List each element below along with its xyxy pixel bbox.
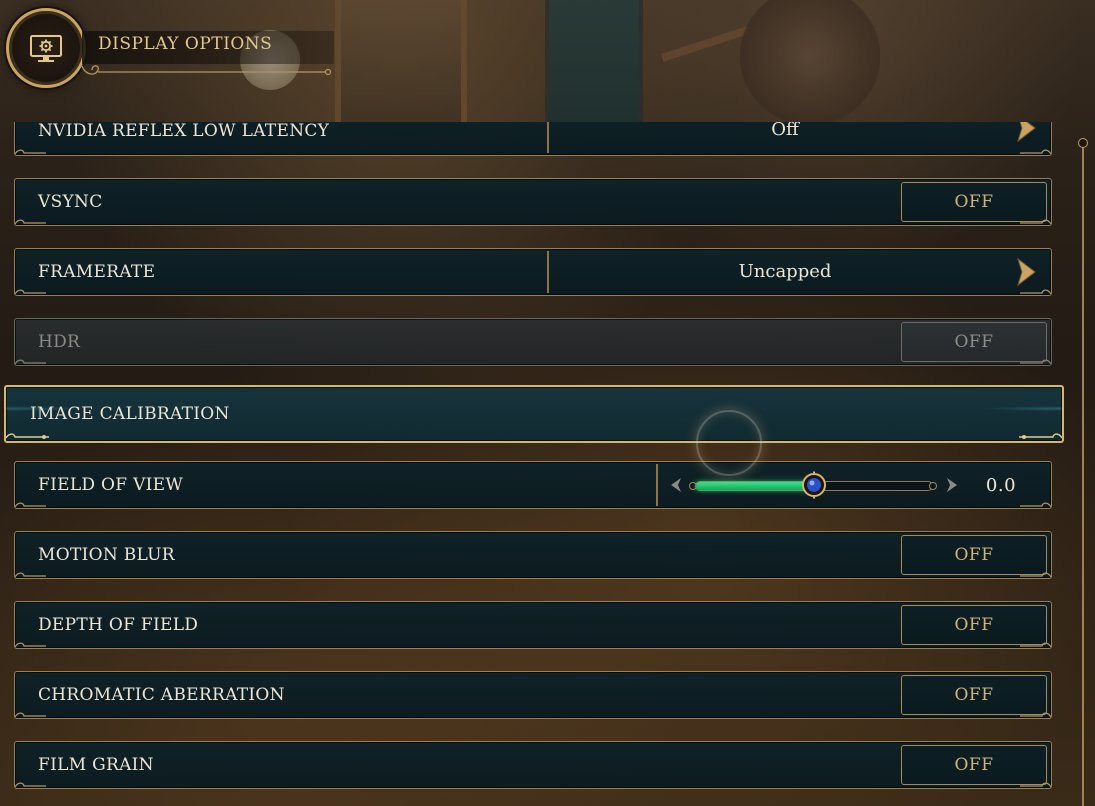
header-flourish [81,65,332,76]
corner-ornament [1020,149,1052,155]
corner-ornament [1020,219,1052,225]
fov-value: 0.0 [985,475,1017,496]
corner-ornament [1020,502,1052,508]
corner-ornament [1020,712,1052,718]
options-list: NVIDIA REFLEX LOW LATENCY Off VSYNC OFF … [0,122,1070,806]
option-label: MOTION BLUR [38,545,175,565]
film-grain-toggle[interactable]: OFF [901,745,1047,785]
option-label: FRAMERATE [38,262,156,282]
slider-decrease-icon[interactable] [669,476,683,494]
option-row-chromatic-aberration[interactable]: CHROMATIC ABERRATION OFF [14,671,1052,719]
corner-ornament [14,782,46,788]
option-value: Uncapped [738,261,832,282]
corner-ornament [14,359,46,365]
display-settings-icon [6,8,86,88]
vsync-toggle[interactable]: OFF [901,182,1047,222]
corner-ornament [14,502,46,508]
corner-ornament [14,642,46,648]
motion-blur-toggle[interactable]: OFF [901,535,1047,575]
option-row-image-calibration[interactable]: IMAGE CALIBRATION [4,385,1064,443]
hdr-toggle: OFF [901,322,1047,362]
option-row-nvidia-reflex[interactable]: NVIDIA REFLEX LOW LATENCY Off [14,122,1052,156]
fov-slider-knob[interactable] [800,471,828,499]
display-options-screen: DISPLAY OPTIONS NVIDIA REFLEX LOW LATENC… [0,0,1095,806]
depth-of-field-toggle[interactable]: OFF [901,605,1047,645]
option-label: VSYNC [38,192,103,212]
corner-ornament [14,149,46,155]
scrollbar[interactable] [1076,134,1092,806]
corner-ornament [5,433,49,439]
arrow-right-icon[interactable] [1015,122,1037,143]
option-row-field-of-view[interactable]: FIELD OF VIEW 0.0 [14,461,1052,509]
arrow-right-icon[interactable] [1015,257,1037,287]
option-row-vsync[interactable]: VSYNC OFF [14,178,1052,226]
option-label: DEPTH OF FIELD [38,615,199,635]
fov-slider-fill [696,482,815,490]
option-row-framerate[interactable]: FRAMERATE Uncapped [14,248,1052,296]
option-label: HDR [38,332,81,352]
corner-ornament [14,712,46,718]
corner-ornament [1019,433,1063,439]
chromatic-aberration-toggle[interactable]: OFF [901,675,1047,715]
header: DISPLAY OPTIONS [0,0,1095,122]
option-value: Off [771,122,799,140]
slider-increase-icon[interactable] [945,476,959,494]
corner-ornament [1020,289,1052,295]
option-row-depth-of-field[interactable]: DEPTH OF FIELD OFF [14,601,1052,649]
row-divider [547,122,549,153]
option-row-hdr: HDR OFF [14,318,1052,366]
option-row-motion-blur[interactable]: MOTION BLUR OFF [14,531,1052,579]
scrollbar-track[interactable] [1082,148,1084,806]
row-divider [656,464,658,506]
slider-end-cap [929,482,937,490]
option-label: IMAGE CALIBRATION [30,404,230,424]
corner-ornament [1020,359,1052,365]
corner-ornament [14,219,46,225]
option-row-film-grain[interactable]: FILM GRAIN OFF [14,741,1052,789]
corner-ornament [14,289,46,295]
option-label: CHROMATIC ABERRATION [38,685,285,705]
row-divider [547,251,549,293]
page-title: DISPLAY OPTIONS [98,34,273,54]
option-label: NVIDIA REFLEX LOW LATENCY [38,122,330,141]
option-label: FILM GRAIN [38,755,154,775]
corner-ornament [1020,572,1052,578]
scrollbar-cap [1078,138,1088,148]
option-label: FIELD OF VIEW [38,475,184,495]
corner-ornament [1020,782,1052,788]
corner-ornament [14,572,46,578]
corner-ornament [1020,642,1052,648]
